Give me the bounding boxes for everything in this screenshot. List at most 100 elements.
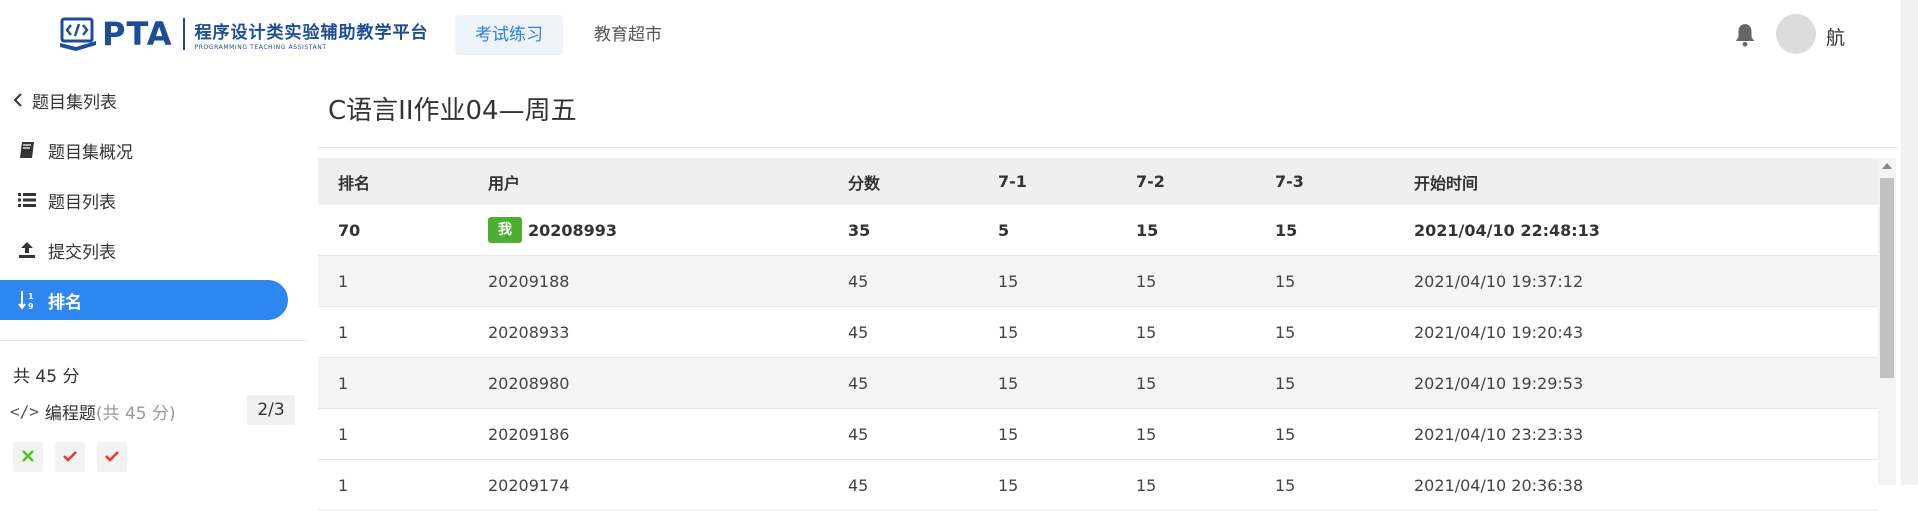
sidebar-item-label: 题目列表 xyxy=(48,192,116,213)
tab-exam-practice[interactable]: 考试练习 xyxy=(455,15,563,55)
cell-7-3: 15 xyxy=(1275,475,1296,495)
cell-score: 45 xyxy=(848,271,869,291)
cell-7-2: 15 xyxy=(1136,424,1157,444)
cell-7-1: 15 xyxy=(998,373,1019,393)
chevron-left-icon xyxy=(12,91,24,109)
problem-status-7-2[interactable] xyxy=(55,442,85,472)
logo-divider xyxy=(182,18,185,50)
programming-count: 2/3 xyxy=(247,395,295,425)
sort-numeric-icon: 1 9 xyxy=(18,291,36,310)
table-row-me[interactable]: 70 我 20208993 35 5 15 15 2021/04/10 22:4… xyxy=(318,205,1878,256)
avatar[interactable] xyxy=(1776,14,1816,54)
table-row[interactable]: 1 20209188 45 15 15 15 2021/04/10 19:37:… xyxy=(318,256,1878,307)
list-icon xyxy=(18,191,36,209)
cross-icon xyxy=(21,448,35,467)
cell-7-1: 15 xyxy=(998,322,1019,342)
logo-en-text: PROGRAMMING TEACHING ASSISTANT xyxy=(194,43,327,51)
column-header-rank: 排名 xyxy=(338,173,371,193)
table-row[interactable]: 1 20209186 45 15 15 15 2021/04/10 23:23:… xyxy=(318,409,1878,460)
page-scrollbar[interactable] xyxy=(1901,0,1918,485)
scroll-up-arrow-icon[interactable] xyxy=(1882,163,1892,169)
column-header-7-3: 7-3 xyxy=(1275,172,1304,191)
cell-user: 20209174 xyxy=(488,475,570,495)
problem-status-7-1[interactable] xyxy=(13,442,43,472)
sidebar-item-ranking[interactable]: 1 9 排名 xyxy=(0,280,288,320)
cell-7-3: 15 xyxy=(1275,373,1296,393)
cell-start-time: 2021/04/10 19:29:53 xyxy=(1414,373,1584,393)
cell-7-3: 15 xyxy=(1275,424,1296,444)
sidebar-back-label: 题目集列表 xyxy=(32,92,117,113)
cell-7-1: 15 xyxy=(998,424,1019,444)
sidebar-item-label: 提交列表 xyxy=(48,242,116,263)
sidebar-item-overview[interactable]: 题目集概况 xyxy=(0,130,288,170)
svg-text:1: 1 xyxy=(28,292,34,301)
table-row[interactable]: 1 20208980 45 15 15 15 2021/04/10 19:29:… xyxy=(318,358,1878,409)
cell-7-1: 15 xyxy=(998,475,1019,495)
top-header: PTA 程序设计类实验辅助教学平台 PROGRAMMING TEACHING A… xyxy=(0,0,1918,70)
ranking-table: 排名 用户 分数 7-1 7-2 7-3 开始时间 70 我 20208993 … xyxy=(318,158,1878,511)
cell-user: 20209188 xyxy=(488,271,570,291)
upload-icon xyxy=(18,241,36,259)
code-icon: </> xyxy=(10,401,39,421)
bell-icon[interactable] xyxy=(1732,22,1758,48)
logo-text-block: 程序设计类实验辅助教学平台 PROGRAMMING TEACHING ASSIS… xyxy=(195,18,429,51)
cell-rank: 1 xyxy=(338,271,349,291)
cell-7-2: 15 xyxy=(1136,373,1157,393)
cell-7-3: 15 xyxy=(1275,271,1296,291)
column-header-user: 用户 xyxy=(488,173,521,193)
sidebar-item-submissions[interactable]: 提交列表 xyxy=(0,230,288,270)
cell-7-1: 5 xyxy=(998,220,1010,240)
cell-rank: 1 xyxy=(338,373,349,393)
cell-7-2: 15 xyxy=(1136,271,1157,291)
cell-user-id: 20208993 xyxy=(528,220,618,240)
cell-score: 45 xyxy=(848,475,869,495)
table-row[interactable]: 1 20208933 45 15 15 15 2021/04/10 19:20:… xyxy=(318,307,1878,358)
code-book-logo-icon xyxy=(58,17,98,51)
programming-section[interactable]: </> 编程题 (共 45 分) 2/3 xyxy=(10,395,295,427)
total-score: 共 45 分 xyxy=(13,367,80,387)
title-divider xyxy=(318,147,1898,148)
cell-score: 45 xyxy=(848,424,869,444)
column-header-7-1: 7-1 xyxy=(998,172,1027,191)
cell-rank: 1 xyxy=(338,424,349,444)
sidebar-divider xyxy=(0,340,308,341)
cell-user: 20209186 xyxy=(488,424,570,444)
table-header-row: 排名 用户 分数 7-1 7-2 7-3 开始时间 xyxy=(318,158,1878,205)
cell-start-time: 2021/04/10 23:23:33 xyxy=(1414,424,1584,444)
cell-score: 45 xyxy=(848,373,869,393)
table-row[interactable]: 1 20209174 45 15 15 15 2021/04/10 20:36:… xyxy=(318,460,1878,511)
check-icon xyxy=(62,448,78,467)
column-header-score: 分数 xyxy=(848,173,881,193)
cell-7-3: 15 xyxy=(1275,322,1296,342)
tab-education-market[interactable]: 教育超市 xyxy=(574,15,682,55)
check-icon xyxy=(104,448,120,467)
pta-logo[interactable]: PTA 程序设计类实验辅助教学平台 PROGRAMMING TEACHING A… xyxy=(58,14,429,54)
cell-rank: 1 xyxy=(338,322,349,342)
programming-label: 编程题 xyxy=(44,403,96,424)
page-title: C语言II作业04—周五 xyxy=(328,96,577,126)
cell-start-time: 2021/04/10 22:48:13 xyxy=(1414,220,1600,240)
cell-start-time: 2021/04/10 19:37:12 xyxy=(1414,271,1584,291)
logo-cn-text: 程序设计类实验辅助教学平台 xyxy=(194,22,429,43)
problem-status-7-3[interactable] xyxy=(97,442,127,472)
sidebar-back-to-list[interactable]: 题目集列表 xyxy=(0,80,288,120)
book-icon xyxy=(18,141,36,159)
cell-start-time: 2021/04/10 19:20:43 xyxy=(1414,322,1584,342)
cell-7-1: 15 xyxy=(998,271,1019,291)
user-name[interactable]: 航 xyxy=(1826,23,1845,50)
cell-start-time: 2021/04/10 20:36:38 xyxy=(1414,475,1584,495)
cell-user: 我 20208993 xyxy=(488,205,617,255)
cell-score: 35 xyxy=(848,220,871,240)
logo-pta-text: PTA xyxy=(102,15,173,53)
me-badge: 我 xyxy=(488,217,522,243)
cell-rank: 1 xyxy=(338,475,349,495)
cell-7-2: 15 xyxy=(1136,220,1159,240)
problem-status-list xyxy=(13,442,127,472)
sidebar-item-problem-list[interactable]: 题目列表 xyxy=(0,180,288,220)
cell-7-2: 15 xyxy=(1136,475,1157,495)
programming-sub: (共 45 分) xyxy=(95,403,176,424)
cell-user: 20208980 xyxy=(488,373,570,393)
column-header-7-2: 7-2 xyxy=(1136,172,1165,191)
table-scrollbar-thumb[interactable] xyxy=(1880,178,1894,378)
sidebar-item-label: 排名 xyxy=(48,292,82,313)
